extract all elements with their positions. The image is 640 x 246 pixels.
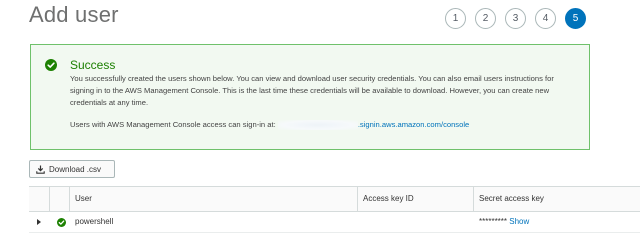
table-row: powershell ********* Show [29,212,640,233]
users-table: User Access key ID Secret access key pow… [29,186,640,233]
wizard-step-2[interactable]: 2 [475,8,496,29]
check-circle-icon [45,59,57,71]
check-circle-icon [57,218,66,227]
wizard-step-4[interactable]: 4 [535,8,556,29]
download-csv-button[interactable]: Download .csv [29,160,115,178]
success-alert: Success You successfully created the use… [30,44,590,150]
download-csv-label: Download .csv [49,164,102,174]
wizard-steps: 1 2 3 4 5 [0,8,640,30]
wizard-step-1[interactable]: 1 [445,8,466,29]
table-header: User Access key ID Secret access key [29,186,640,212]
download-icon [36,165,45,174]
secret-access-key: ********* Show [479,212,529,232]
wizard-step-5[interactable]: 5 [565,8,586,29]
alert-message: You successfully created the users shown… [70,74,554,108]
column-divider [49,187,50,211]
wizard-step-3[interactable]: 3 [505,8,526,29]
show-secret-link[interactable]: Show [509,217,529,226]
column-header-access-key-id[interactable]: Access key ID [357,187,414,211]
user-name: powershell [75,217,114,226]
redacted-account-id [277,120,358,130]
signin-label: Users with AWS Management Console access… [70,120,276,129]
alert-title: Success [70,58,116,72]
signin-line: Users with AWS Management Console access… [70,120,469,130]
column-header-secret-access-key[interactable]: Secret access key [473,187,544,211]
column-header-user[interactable]: User [69,187,92,211]
signin-link[interactable]: .signin.aws.amazon.com/console [358,120,469,129]
secret-masked: ********* [479,217,508,226]
caret-right-icon[interactable] [37,219,41,225]
